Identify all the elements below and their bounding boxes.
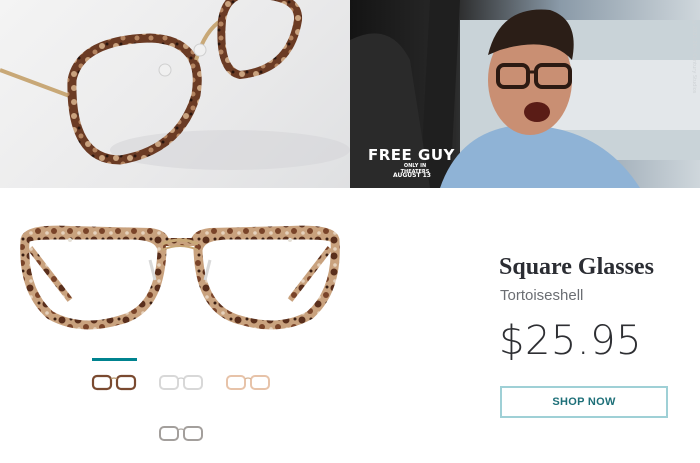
product-price: $25.95	[499, 318, 642, 364]
variant-thumb-gray[interactable]	[158, 423, 204, 443]
shop-now-button[interactable]: SHOP NOW	[500, 386, 668, 418]
glasses-closeup-illustration	[0, 0, 350, 170]
selected-variant-indicator	[92, 358, 137, 361]
glasses-tortoiseshell-icon	[91, 374, 137, 391]
variant-thumb-tortoiseshell[interactable]	[91, 372, 137, 392]
promo-banner[interactable]: FREE GUY ONLY IN THEATERS AUGUST 13 ©202…	[0, 0, 700, 188]
copyright-text: ©2021 20th Century Studios	[691, 20, 697, 94]
product-color: Tortoiseshell	[500, 287, 584, 304]
glasses-clear-icon	[159, 375, 203, 390]
movie-title: FREE GUY	[368, 146, 455, 164]
variant-thumb-peach[interactable]	[225, 372, 271, 392]
product-title: Square Glasses	[499, 254, 654, 280]
product-image[interactable]	[10, 220, 350, 340]
movie-promo-image: FREE GUY ONLY IN THEATERS AUGUST 13 ©202…	[350, 0, 700, 188]
glasses-peach-icon	[226, 375, 270, 390]
variant-thumb-clear[interactable]	[158, 372, 204, 392]
movie-release-date: AUGUST 13	[393, 172, 431, 179]
square-glasses-front-icon	[20, 225, 340, 330]
glasses-gray-icon	[159, 426, 203, 441]
glasses-closeup-image	[0, 0, 350, 188]
